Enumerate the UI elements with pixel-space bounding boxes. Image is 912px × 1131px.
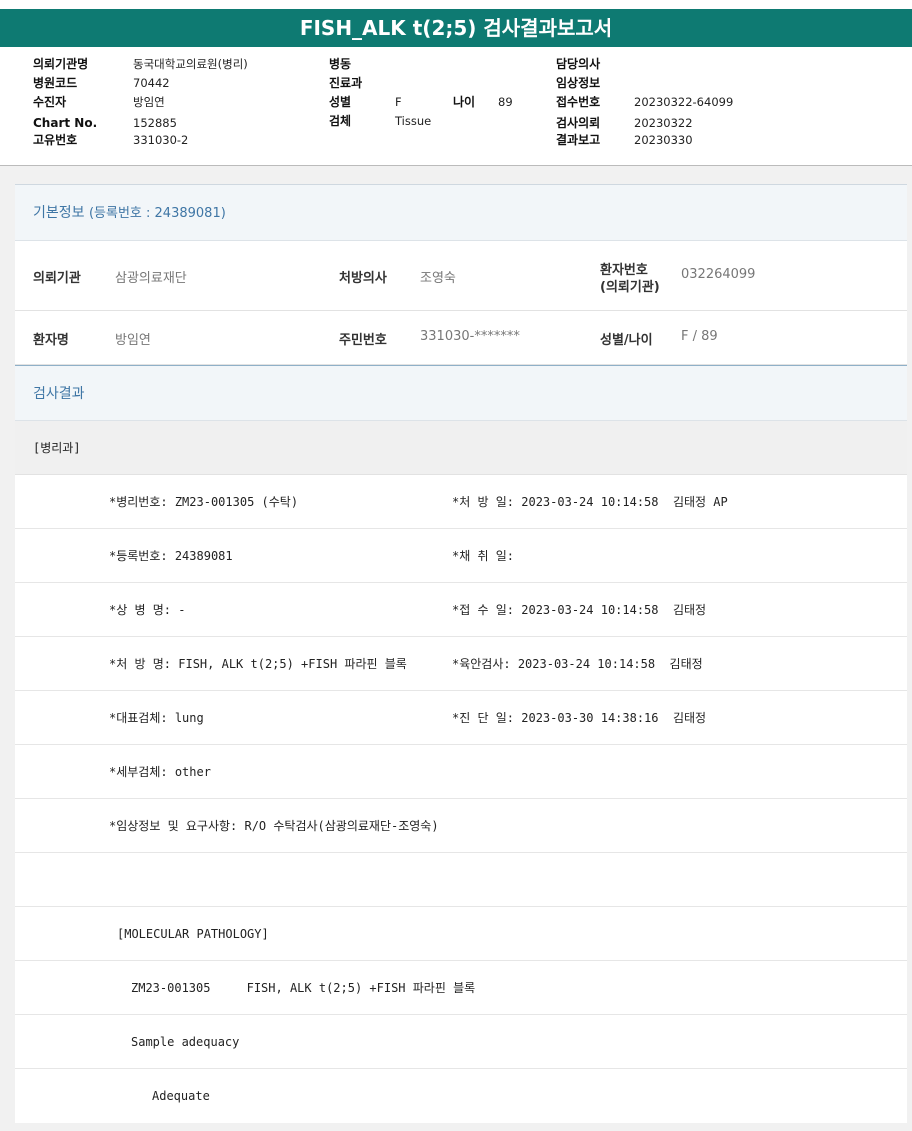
basic-info-heading: 기본정보 (등록번호 : 24389081): [15, 185, 907, 241]
request-date-value: 20230322: [634, 116, 693, 130]
department-row: [병리과]: [15, 421, 907, 475]
result-row: *처 방 명: FISH, ALK t(2;5) +FISH 파라핀 블록 *육…: [15, 637, 907, 691]
age-value: 89: [498, 95, 513, 109]
result-row-right: *육안검사: 2023-03-24 10:14:58 김태정: [452, 657, 703, 671]
hospital-label: 의뢰기관명: [33, 57, 89, 71]
request-date-label: 검사의뢰: [556, 116, 601, 130]
hospital-code-value: 70442: [133, 76, 170, 90]
resident-no-value: 331030-*******: [420, 329, 520, 344]
patient-no-sublabel: (의뢰기관): [600, 280, 660, 295]
molecular-heading-row: [MOLECULAR PATHOLOGY]: [15, 907, 907, 961]
clinical-info-label: 임상정보: [556, 76, 601, 90]
result-row-left: *등록번호: 24389081: [109, 549, 233, 563]
unique-no-value: 331030-2: [133, 133, 189, 147]
adequacy-value: Adequate: [152, 1089, 210, 1103]
prescriber-value: 조영숙: [420, 271, 456, 286]
result-row: *임상정보 및 요구사항: R/O 수탁검사(삼광의료재단-조영숙): [15, 799, 907, 853]
specimen-label: 검체: [329, 114, 352, 128]
adequacy-label: Sample adequacy: [131, 1035, 240, 1049]
result-date-label: 결과보고: [556, 133, 601, 147]
prescriber-label: 처방의사: [339, 271, 387, 286]
adequacy-value-row: Adequate: [15, 1069, 907, 1123]
result-row-left: *임상정보 및 요구사항: R/O 수탁검사(삼광의료재단-조영숙): [109, 819, 439, 833]
report-header: FISH_ALK t(2;5) 검사결과보고서 의뢰기관명 동국대학교의료원(병…: [0, 0, 912, 166]
chart-no-value: 152885: [133, 116, 177, 130]
patient-name-value: 방임연: [115, 333, 151, 348]
sex-value: F: [395, 95, 402, 109]
patient-no-value: 032264099: [681, 267, 756, 282]
result-row-right: *채 취 일:: [452, 549, 515, 563]
molecular-line: ZM23-001305 FISH, ALK t(2;5) +FISH 파라핀 블…: [131, 981, 476, 995]
department-label: [병리과]: [33, 441, 81, 455]
molecular-heading: [MOLECULAR PATHOLOGY]: [117, 927, 269, 941]
result-row-right: *진 단 일: 2023-03-30 14:38:16 김태정: [452, 711, 707, 725]
hospital-value: 동국대학교의료원(병리): [133, 57, 248, 71]
request-org-label: 의뢰기관: [33, 271, 81, 286]
request-org-value: 삼광의료재단: [115, 271, 187, 286]
result-row: *상 병 명: - *접 수 일: 2023-03-24 10:14:58 김태…: [15, 583, 907, 637]
basic-info-title: 기본정보: [33, 205, 85, 221]
basic-info-row-2: 환자명 방임연 주민번호 331030-******* 성별/나이 F / 89: [15, 311, 907, 365]
result-row-left: *상 병 명: -: [109, 603, 186, 617]
hospital-code-label: 병원코드: [33, 76, 78, 90]
result-row-left: *대표검체: lung: [109, 711, 204, 725]
age-label: 나이: [453, 95, 476, 109]
blank-row: [15, 853, 907, 907]
result-row: *세부검체: other: [15, 745, 907, 799]
registration-note: (등록번호 : 24389081): [88, 206, 226, 221]
patient-label: 수진자: [33, 95, 67, 109]
result-date-value: 20230330: [634, 133, 693, 147]
chart-no-label: Chart No.: [33, 116, 98, 130]
unique-no-label: 고유번호: [33, 133, 78, 147]
result-row-right: *접 수 일: 2023-03-24 10:14:58 김태정: [452, 603, 707, 617]
patient-value: 방임연: [133, 95, 165, 109]
resident-no-label: 주민번호: [339, 333, 387, 348]
report-panel: 기본정보 (등록번호 : 24389081) 의뢰기관 삼광의료재단 처방의사 …: [15, 184, 907, 1123]
receipt-no-label: 접수번호: [556, 95, 601, 109]
result-row: *등록번호: 24389081 *채 취 일:: [15, 529, 907, 583]
result-row: *병리번호: ZM23-001305 (수탁) *처 방 일: 2023-03-…: [15, 475, 907, 529]
result-row: *대표검체: lung *진 단 일: 2023-03-30 14:38:16 …: [15, 691, 907, 745]
result-row-left: *세부검체: other: [109, 765, 211, 779]
dept-label: 진료과: [329, 76, 363, 90]
patient-name-label: 환자명: [33, 333, 69, 348]
results-heading: 검사결과: [15, 365, 907, 421]
doctor-label: 담당의사: [556, 57, 601, 71]
ward-label: 병동: [329, 57, 352, 71]
result-row-left: *처 방 명: FISH, ALK t(2;5) +FISH 파라핀 블록: [109, 657, 407, 671]
sex-age-label: 성별/나이: [600, 333, 653, 348]
sex-age-value: F / 89: [681, 329, 718, 344]
report-title: FISH_ALK t(2;5) 검사결과보고서: [0, 9, 912, 47]
result-row-left: *병리번호: ZM23-001305 (수탁): [109, 495, 299, 509]
molecular-line-row: ZM23-001305 FISH, ALK t(2;5) +FISH 파라핀 블…: [15, 961, 907, 1015]
receipt-no-value: 20230322-64099: [634, 95, 734, 109]
specimen-value: Tissue: [395, 114, 432, 128]
result-row-right: *처 방 일: 2023-03-24 10:14:58 김태정 AP: [452, 495, 728, 509]
results-title: 검사결과: [33, 386, 85, 402]
basic-info-row-1: 의뢰기관 삼광의료재단 처방의사 조영숙 환자번호 (의뢰기관) 0322640…: [15, 241, 907, 311]
adequacy-label-row: Sample adequacy: [15, 1015, 907, 1069]
sex-label: 성별: [329, 95, 352, 109]
